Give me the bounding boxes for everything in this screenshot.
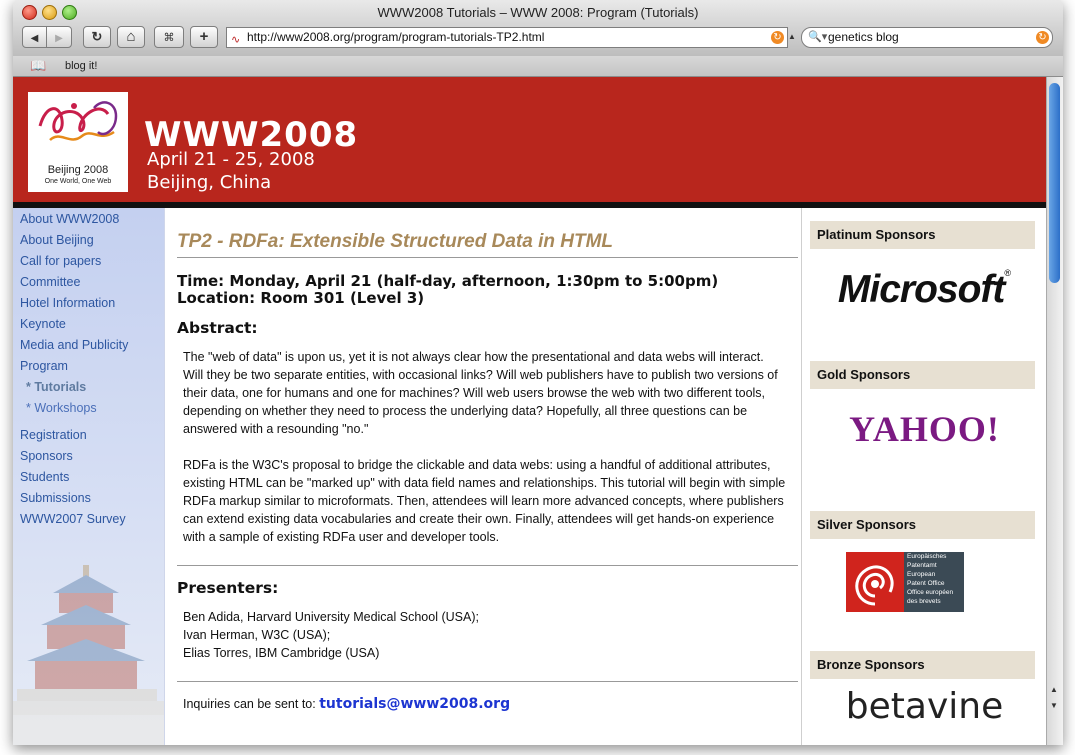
epo-logo[interactable]: Europäisches Patentamt European Patent O… bbox=[802, 552, 1046, 612]
nav-keynote[interactable]: Keynote bbox=[20, 317, 66, 331]
scroll-up-arrow-icon[interactable]: ▲ bbox=[1050, 685, 1058, 694]
sponsors-sidebar: Platinum Sponsors Microsoft® Gold Sponso… bbox=[801, 208, 1046, 745]
main-content: TP2 - RDFa: Extensible Structured Data i… bbox=[165, 208, 801, 745]
nav-students[interactable]: Students bbox=[20, 470, 69, 484]
platinum-sponsors-heading: Platinum Sponsors bbox=[810, 221, 1035, 249]
presenters-divider bbox=[177, 681, 798, 682]
home-icon: ⌂ bbox=[126, 28, 136, 45]
temple-of-heaven-image bbox=[13, 565, 164, 745]
inquiries-line: Inquiries can be sent to: tutorials@www2… bbox=[183, 696, 510, 712]
search-field[interactable]: 🔍▾ genetics blog ↻ bbox=[801, 27, 1053, 48]
microsoft-registered-mark: ® bbox=[1004, 268, 1012, 278]
nav-submissions[interactable]: Submissions bbox=[20, 491, 91, 505]
left-navigation: About WWW2008 About Beijing Call for pap… bbox=[13, 208, 165, 745]
epo-name-block: Europäisches Patentamt European Patent O… bbox=[904, 552, 964, 612]
rss-go-icon[interactable]: ↻ bbox=[771, 31, 784, 44]
logo-text-line2: One World, One Web bbox=[44, 178, 112, 185]
epo-name-line: Patent Office bbox=[907, 580, 945, 587]
reload-button[interactable]: ↻ bbox=[83, 26, 111, 48]
title-bar: WWW2008 Tutorials – WWW 2008: Program (T… bbox=[13, 0, 1063, 56]
abstract-divider bbox=[177, 565, 798, 566]
snapback-button[interactable]: ⌘ bbox=[154, 26, 184, 48]
forward-button[interactable]: ▶ bbox=[46, 26, 72, 48]
address-dropdown-icon[interactable]: ▲ bbox=[788, 29, 796, 45]
logo-swirl-icon bbox=[38, 101, 118, 141]
scrollbar-thumb[interactable] bbox=[1049, 83, 1060, 283]
add-bookmark-button[interactable]: + bbox=[190, 26, 218, 48]
session-location: Location: Room 301 (Level 3) bbox=[177, 289, 425, 307]
www2008-logo[interactable]: Beijing 2008 One World, One Web bbox=[28, 92, 128, 192]
nav-committee[interactable]: Committee bbox=[20, 275, 80, 289]
home-button[interactable]: ⌂ bbox=[117, 26, 145, 48]
banner-dates: April 21 - 25, 2008 bbox=[147, 149, 315, 170]
session-time: Time: Monday, April 21 (half-day, aftern… bbox=[177, 272, 719, 290]
presenters-heading: Presenters: bbox=[177, 579, 279, 597]
nav-about-beijing[interactable]: About Beijing bbox=[20, 233, 94, 247]
nav-tutorials[interactable]: * Tutorials bbox=[26, 380, 86, 394]
inquiries-email-link[interactable]: tutorials@www2008.org bbox=[319, 696, 510, 712]
back-icon: ◀ bbox=[30, 33, 39, 44]
microsoft-logo-text: Microsoft bbox=[837, 268, 1005, 311]
window-title: WWW2008 Tutorials – WWW 2008: Program (T… bbox=[377, 5, 699, 20]
address-url: http://www2008.org/program/program-tutor… bbox=[247, 30, 545, 44]
nav-workshops[interactable]: * Workshops bbox=[26, 401, 97, 415]
nav-call-for-papers[interactable]: Call for papers bbox=[20, 254, 101, 268]
epo-emblem-icon bbox=[846, 552, 904, 612]
gold-sponsors-heading: Gold Sponsors bbox=[810, 361, 1035, 389]
reload-icon: ↻ bbox=[91, 29, 103, 44]
browser-window: WWW2008 Tutorials – WWW 2008: Program (T… bbox=[13, 0, 1063, 745]
abstract-paragraph-1: The "web of data" is upon us, yet it is … bbox=[183, 350, 778, 436]
abstract-paragraph-2: RDFa is the W3C's proposal to bridge the… bbox=[183, 458, 786, 544]
site-favicon-icon: ∿ bbox=[231, 34, 241, 46]
bookmark-blog-it[interactable]: blog it! bbox=[65, 60, 97, 72]
forward-icon: ▶ bbox=[55, 33, 63, 44]
yahoo-logo[interactable]: YAHOO! bbox=[802, 408, 1046, 450]
yahoo-logo-text: YAHOO! bbox=[849, 409, 1000, 449]
presenter-item: Ivan Herman, W3C (USA); bbox=[183, 628, 331, 642]
page-title: TP2 - RDFa: Extensible Structured Data i… bbox=[177, 231, 613, 252]
bronze-sponsors-heading: Bronze Sponsors bbox=[810, 651, 1035, 679]
plus-icon: + bbox=[199, 28, 209, 45]
page-viewport: Beijing 2008 One World, One Web WWW2008 … bbox=[13, 77, 1046, 745]
search-icon: 🔍▾ bbox=[808, 31, 828, 43]
nav-hotel-information[interactable]: Hotel Information bbox=[20, 296, 115, 310]
nav-media-and-publicity[interactable]: Media and Publicity bbox=[20, 338, 128, 352]
title-divider bbox=[177, 257, 798, 258]
nav-registration[interactable]: Registration bbox=[20, 428, 87, 442]
scroll-down-arrow-icon[interactable]: ▼ bbox=[1050, 701, 1058, 710]
vertical-scrollbar[interactable]: ▲ ▼ bbox=[1046, 77, 1063, 745]
logo-text-line1: Beijing 2008 bbox=[47, 164, 109, 176]
epo-name-line: European bbox=[907, 571, 936, 578]
epo-name-line: Europäisches bbox=[907, 553, 947, 560]
abstract-heading: Abstract: bbox=[177, 319, 258, 337]
epo-name-line: Office européen bbox=[907, 589, 954, 596]
bookmarks-bar: 📖 blog it! bbox=[13, 56, 1063, 77]
betavine-logo[interactable]: betavine bbox=[802, 686, 1046, 727]
microsoft-logo[interactable]: Microsoft® bbox=[802, 268, 1046, 312]
nav-www2007-survey[interactable]: WWW2007 Survey bbox=[20, 512, 126, 526]
epo-name-line: des brevets bbox=[907, 598, 941, 605]
snapback-icon: ⌘ bbox=[163, 32, 175, 44]
epo-name-line: Patentamt bbox=[907, 562, 937, 569]
silver-sponsors-heading: Silver Sponsors bbox=[810, 511, 1035, 539]
presenter-item: Ben Adida, Harvard University Medical Sc… bbox=[183, 610, 479, 624]
nav-about-www2008[interactable]: About WWW2008 bbox=[20, 212, 119, 226]
search-go-icon[interactable]: ↻ bbox=[1036, 31, 1049, 44]
betavine-logo-text: betavine bbox=[845, 686, 1004, 727]
search-value: genetics blog bbox=[828, 30, 899, 44]
site-banner: Beijing 2008 One World, One Web WWW2008 … bbox=[13, 77, 1046, 208]
nav-sponsors[interactable]: Sponsors bbox=[20, 449, 73, 463]
nav-program[interactable]: Program bbox=[20, 359, 68, 373]
bookmarks-book-icon[interactable]: 📖 bbox=[30, 58, 46, 74]
back-button[interactable]: ◀ bbox=[22, 26, 47, 48]
address-bar[interactable]: ∿ http://www2008.org/program/program-tut… bbox=[226, 27, 788, 48]
presenter-item: Elias Torres, IBM Cambridge (USA) bbox=[183, 646, 380, 660]
inquiries-label: Inquiries can be sent to: bbox=[183, 697, 316, 711]
banner-location: Beijing, China bbox=[147, 172, 272, 193]
